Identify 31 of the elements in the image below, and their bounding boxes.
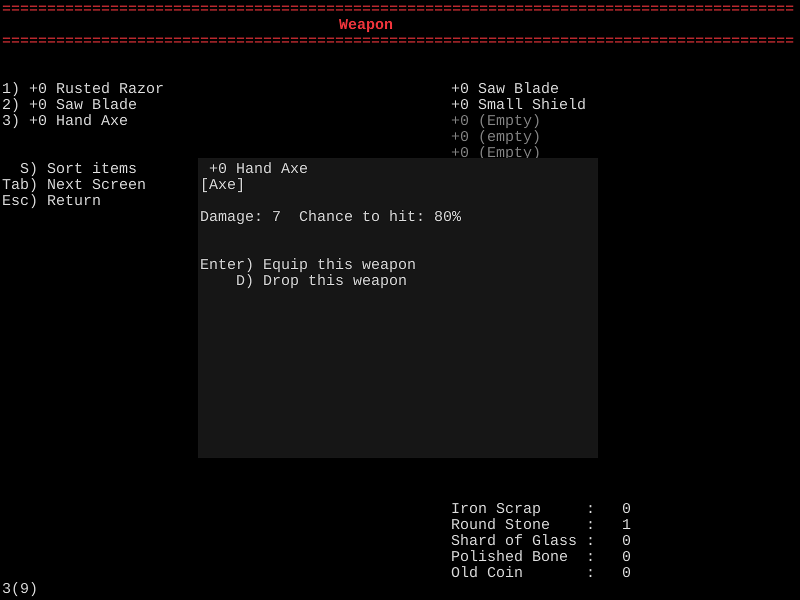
equipment-slot[interactable]: +0 Small Shield xyxy=(451,98,586,114)
equipment-slot[interactable]: +0 Saw Blade xyxy=(451,82,560,98)
weapon-item[interactable]: 2) +0 Saw Blade xyxy=(2,98,451,114)
material-separator: : xyxy=(586,502,596,518)
popup-action[interactable]: D) Drop this weapon xyxy=(200,274,408,290)
material-separator: : xyxy=(586,534,596,550)
material-name: Old Coin xyxy=(451,566,524,582)
weapon-item[interactable]: 1) +0 Rusted Razor xyxy=(2,82,451,98)
weapon-item[interactable]: 3) +0 Hand Axe xyxy=(2,114,451,130)
material-count: 0 xyxy=(621,534,632,550)
equipment-slot[interactable]: +0 (empty) xyxy=(451,130,542,146)
divider-text: ======================================================================================== xyxy=(2,2,794,18)
material-count: 0 xyxy=(621,550,632,566)
material-name: Iron Scrap xyxy=(451,502,542,518)
divider-text: ======================================================================================== xyxy=(2,34,794,50)
material-count: 0 xyxy=(621,502,632,518)
material-separator: : xyxy=(586,550,596,566)
screen-title: Weapon xyxy=(338,18,393,34)
material-separator: : xyxy=(586,518,596,534)
page-counter: 3(9) xyxy=(2,582,38,598)
material-count: 1 xyxy=(621,518,632,534)
popup-title: +0 Hand Axe xyxy=(209,162,308,178)
material-name: Round Stone xyxy=(451,518,552,534)
material-count: 0 xyxy=(621,566,632,582)
equipment-slot[interactable]: +0 (Empty) xyxy=(451,114,542,130)
material-name: Polished Bone xyxy=(451,550,570,566)
material-separator: : xyxy=(586,566,596,582)
material-name: Shard of Glass xyxy=(451,534,578,550)
item-stats: Damage: 7 Chance to hit: 80% xyxy=(200,210,462,226)
item-type: [Axe] xyxy=(200,178,246,194)
popup-action[interactable]: Enter) Equip this weapon xyxy=(200,258,416,274)
